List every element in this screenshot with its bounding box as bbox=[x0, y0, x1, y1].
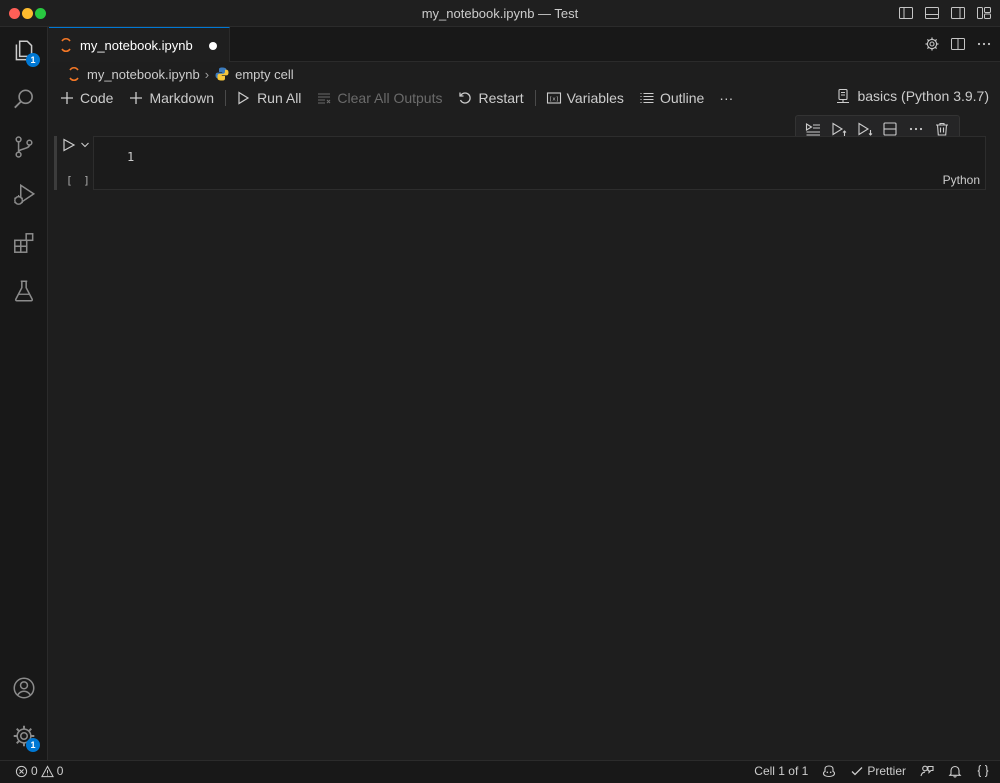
more-icon: ··· bbox=[719, 90, 734, 106]
breadcrumb-file[interactable]: my_notebook.ipynb bbox=[87, 67, 200, 82]
outline-label: Outline bbox=[659, 90, 705, 106]
clear-all-outputs-button[interactable]: Clear All Outputs bbox=[316, 90, 442, 106]
customize-layout-icon[interactable] bbox=[976, 5, 992, 21]
activity-source-control[interactable] bbox=[0, 123, 48, 171]
execute-and-below-icon[interactable] bbox=[857, 121, 873, 137]
warning-icon bbox=[40, 764, 54, 777]
run-debug-icon bbox=[14, 183, 36, 205]
activity-explorer[interactable]: 1 bbox=[0, 27, 48, 75]
status-bar: 0 0 Cell 1 of 1 Prettier bbox=[0, 760, 1000, 783]
more-cell-actions-icon[interactable] bbox=[908, 121, 924, 137]
window-title: my_notebook.ipynb — Test bbox=[421, 6, 579, 21]
error-count: 0 bbox=[31, 764, 38, 778]
check-icon bbox=[851, 767, 863, 776]
copilot-icon[interactable] bbox=[822, 764, 836, 778]
breadcrumb: my_notebook.ipynb › empty cell bbox=[49, 62, 1000, 86]
flask-icon bbox=[14, 280, 34, 302]
variables-icon: [x] bbox=[546, 92, 561, 104]
svg-text:[x]: [x] bbox=[549, 97, 559, 103]
run-all-label: Run All bbox=[257, 90, 302, 106]
plus-icon bbox=[61, 92, 73, 104]
jupyter-icon bbox=[69, 66, 79, 82]
tab-label: my_notebook.ipynb bbox=[80, 37, 193, 53]
extensions-icon bbox=[14, 233, 34, 253]
clear-all-outputs-label: Clear All Outputs bbox=[337, 90, 443, 106]
account-icon bbox=[13, 677, 35, 699]
chevron-down-icon[interactable] bbox=[80, 141, 90, 149]
jupyter-icon bbox=[61, 37, 71, 53]
unsaved-indicator-icon[interactable] bbox=[209, 42, 217, 50]
toggle-primary-sidebar-icon[interactable] bbox=[898, 5, 914, 21]
outline-button[interactable]: Outline bbox=[639, 90, 704, 106]
problems-indicator[interactable]: 0 0 bbox=[15, 764, 63, 778]
add-code-cell-button[interactable]: Code bbox=[59, 90, 113, 106]
cell-position[interactable]: Cell 1 of 1 bbox=[754, 764, 808, 778]
activity-search[interactable] bbox=[0, 75, 48, 123]
activity-run-debug[interactable] bbox=[0, 171, 48, 219]
add-markdown-label: Markdown bbox=[149, 90, 215, 106]
feedback-icon[interactable] bbox=[920, 764, 934, 778]
layout-controls bbox=[898, 5, 992, 21]
variables-label: Variables bbox=[566, 90, 624, 106]
restart-label: Restart bbox=[478, 90, 524, 106]
execute-above-icon[interactable] bbox=[805, 121, 821, 137]
restart-button[interactable]: Restart bbox=[457, 90, 524, 106]
error-icon bbox=[15, 765, 28, 777]
split-editor-icon[interactable] bbox=[950, 36, 966, 52]
variables-button[interactable]: [x] Variables bbox=[546, 90, 624, 106]
prettier-status[interactable]: Prettier bbox=[850, 764, 906, 778]
delete-cell-icon[interactable] bbox=[934, 121, 950, 137]
python-icon bbox=[215, 67, 229, 81]
settings-gear-icon[interactable] bbox=[924, 36, 940, 52]
split-cell-icon[interactable] bbox=[882, 121, 898, 137]
activity-testing[interactable] bbox=[0, 267, 48, 315]
activity-extensions[interactable] bbox=[0, 219, 48, 267]
source-control-icon bbox=[15, 136, 33, 158]
toolbar-divider bbox=[225, 90, 227, 106]
notebook-toolbar: Code Markdown Run All Clear All Outputs … bbox=[49, 86, 1000, 110]
more-toolbar-actions-button[interactable]: ··· bbox=[719, 90, 733, 106]
tab-my-notebook[interactable]: my_notebook.ipynb bbox=[49, 27, 230, 62]
run-all-icon bbox=[238, 91, 250, 105]
toolbar-divider bbox=[534, 90, 536, 106]
execute-and-above-icon[interactable] bbox=[831, 121, 847, 137]
title-bar: my_notebook.ipynb — Test bbox=[0, 0, 1000, 27]
execution-count: [ ] bbox=[66, 174, 92, 187]
plus-icon bbox=[130, 92, 143, 104]
manage-badge: 1 bbox=[26, 738, 40, 752]
cell-focus-indicator bbox=[54, 136, 57, 190]
code-cell-editor[interactable]: 1 Python bbox=[93, 136, 986, 190]
toggle-panel-icon[interactable] bbox=[924, 5, 940, 21]
add-markdown-cell-button[interactable]: Markdown bbox=[128, 90, 214, 106]
warning-count: 0 bbox=[56, 764, 64, 778]
search-icon bbox=[14, 89, 33, 109]
more-actions-icon[interactable] bbox=[976, 36, 992, 52]
cell-language-picker[interactable]: Python bbox=[943, 173, 980, 187]
explorer-badge: 1 bbox=[26, 53, 40, 67]
braces-icon[interactable] bbox=[976, 764, 990, 778]
run-all-button[interactable]: Run All bbox=[236, 90, 301, 106]
activity-accounts[interactable] bbox=[0, 664, 48, 712]
outline-list-icon bbox=[640, 92, 654, 104]
prettier-label: Prettier bbox=[867, 764, 906, 778]
activity-manage[interactable]: 1 bbox=[0, 712, 48, 760]
editor-actions bbox=[924, 36, 992, 52]
add-code-label: Code bbox=[80, 90, 114, 106]
kernel-server-icon bbox=[837, 88, 850, 104]
kernel-label: basics (Python 3.9.7) bbox=[857, 88, 989, 104]
kernel-picker[interactable]: basics (Python 3.9.7) bbox=[835, 88, 989, 104]
chevron-right-icon: › bbox=[204, 66, 210, 82]
clear-all-icon bbox=[318, 93, 331, 104]
activity-bar: 1 1 bbox=[0, 27, 48, 760]
restart-icon bbox=[459, 92, 472, 104]
run-cell-icon[interactable] bbox=[62, 138, 76, 152]
line-number: 1 bbox=[127, 150, 135, 164]
breadcrumb-cell[interactable]: empty cell bbox=[235, 67, 294, 82]
status-bar-right: Cell 1 of 1 Prettier bbox=[740, 764, 990, 778]
toggle-secondary-sidebar-icon[interactable] bbox=[950, 5, 966, 21]
editor-tab-bar: my_notebook.ipynb bbox=[49, 27, 1000, 62]
notifications-bell-icon[interactable] bbox=[948, 764, 962, 778]
